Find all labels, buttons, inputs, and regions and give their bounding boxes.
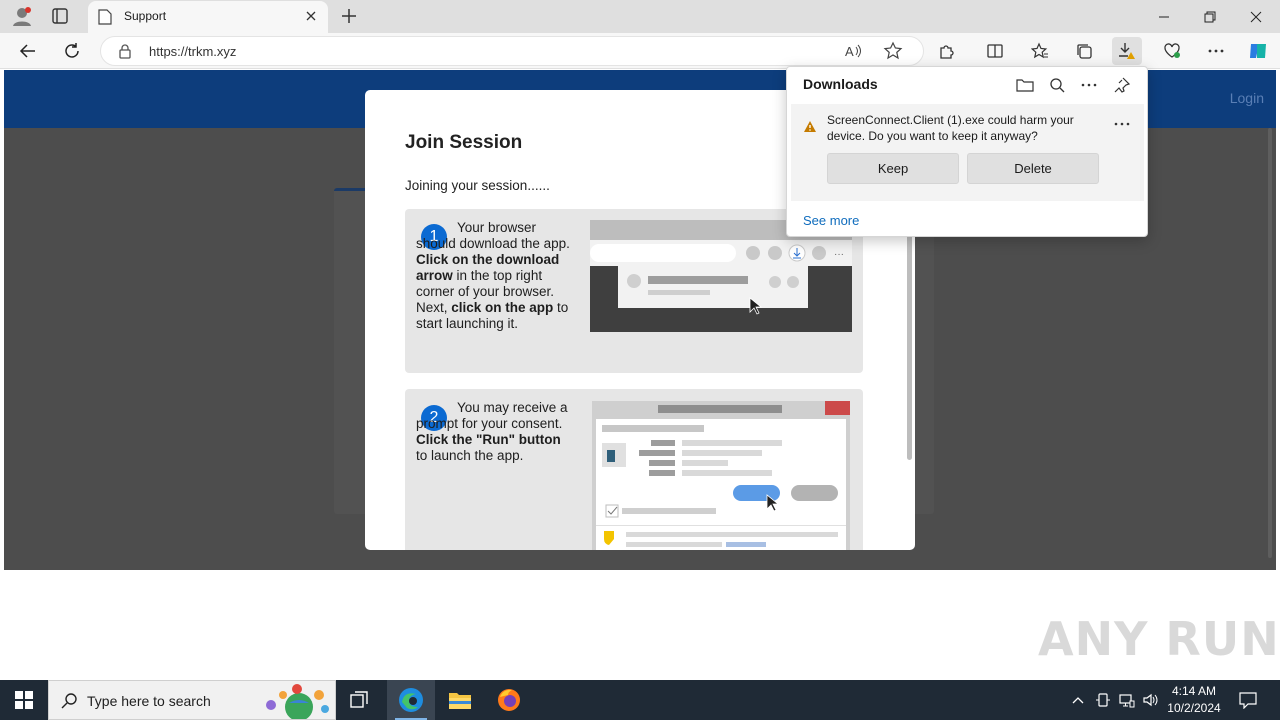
new-tab-icon[interactable] xyxy=(338,5,360,27)
profile-icon[interactable] xyxy=(11,5,33,27)
download-warning-message: ScreenConnect.Client (1).exe could harm … xyxy=(827,113,1074,143)
edge-taskbar-button[interactable] xyxy=(387,680,435,720)
network-button[interactable] xyxy=(1116,680,1138,720)
minimize-icon xyxy=(1159,16,1169,17)
more-horizontal-icon xyxy=(1081,83,1097,87)
browser-toolbar: https://trkm.xyz A xyxy=(0,33,1280,69)
tab-title: Support xyxy=(124,9,167,23)
login-link[interactable]: Login xyxy=(1230,90,1264,106)
firefox-icon xyxy=(498,689,520,711)
favorite-star-icon[interactable] xyxy=(883,41,903,61)
back-arrow-icon xyxy=(19,44,35,58)
device-icon xyxy=(1096,693,1110,707)
tab-actions-icon[interactable] xyxy=(50,6,70,26)
start-button[interactable] xyxy=(0,680,48,720)
downloads-more-button[interactable] xyxy=(1079,75,1099,95)
warning-icon xyxy=(804,121,816,132)
read-aloud-icon[interactable]: A xyxy=(843,41,863,61)
puzzle-icon xyxy=(940,45,954,59)
keep-button[interactable]: Keep xyxy=(827,153,959,184)
step-1-text: Your browser should download the app. Cl… xyxy=(416,220,570,331)
extensions-button[interactable] xyxy=(932,37,962,65)
collections-button[interactable] xyxy=(1069,37,1099,65)
split-screen-icon xyxy=(987,44,1003,58)
task-view-icon xyxy=(350,691,368,708)
item-more-icon[interactable] xyxy=(1114,116,1130,132)
edge-icon xyxy=(399,688,423,712)
restore-button[interactable] xyxy=(1187,0,1233,33)
windows-icon xyxy=(15,691,33,709)
step-2-card: 2 You may receive a prompt for your cons… xyxy=(405,389,863,550)
folder-icon xyxy=(1016,79,1034,92)
search-placeholder[interactable]: Type here to search xyxy=(87,693,211,709)
see-more-link[interactable]: See more xyxy=(803,213,859,228)
copilot-button[interactable] xyxy=(1243,37,1273,65)
clock-date: 10/2/2024 xyxy=(1167,701,1221,715)
page-icon xyxy=(98,9,112,25)
restore-icon xyxy=(1204,11,1216,22)
clock-time: 4:14 AM xyxy=(1171,684,1217,698)
downloads-title: Downloads xyxy=(803,76,878,92)
volume-icon xyxy=(1143,693,1158,707)
refresh-button[interactable] xyxy=(57,37,87,65)
search-icon xyxy=(1050,78,1065,93)
heart-pulse-icon xyxy=(1164,43,1180,58)
network-icon xyxy=(1119,694,1135,708)
task-view-button[interactable] xyxy=(336,680,384,720)
lock-icon[interactable] xyxy=(117,43,133,59)
modal-scrollbar[interactable] xyxy=(907,230,912,460)
anyrun-watermark: ANY RUN xyxy=(1038,612,1280,666)
collections-icon xyxy=(1077,44,1092,59)
address-bar[interactable]: https://trkm.xyz A xyxy=(100,36,924,66)
taskbar: Type here to search 4:14 AM 10/2/2024 xyxy=(0,680,1280,720)
search-highlight-icon xyxy=(266,684,329,719)
notifications-button[interactable] xyxy=(1234,680,1262,720)
delete-button[interactable]: Delete xyxy=(967,153,1099,184)
chevron-up-icon xyxy=(1072,697,1084,704)
downloads-button[interactable] xyxy=(1112,37,1142,65)
volume-button[interactable] xyxy=(1140,680,1162,720)
clock[interactable]: 4:14 AM 10/2/2024 xyxy=(1160,683,1228,717)
svg-text:A: A xyxy=(845,44,854,59)
tab-strip: Support xyxy=(0,0,1280,33)
taskbar-search[interactable]: Type here to search xyxy=(48,680,336,720)
refresh-icon xyxy=(65,43,79,58)
notification-icon xyxy=(1239,692,1257,709)
close-icon xyxy=(1250,11,1262,22)
close-window-button[interactable] xyxy=(1233,0,1279,33)
pin-button[interactable] xyxy=(1112,75,1132,95)
tray-device-button[interactable] xyxy=(1092,680,1114,720)
copilot-icon xyxy=(1250,44,1266,58)
tray-overflow-button[interactable] xyxy=(1068,680,1088,720)
search-icon xyxy=(61,693,77,709)
search-downloads-button[interactable] xyxy=(1047,75,1067,95)
split-screen-button[interactable] xyxy=(980,37,1010,65)
url-text[interactable]: https://trkm.xyz xyxy=(149,44,236,59)
modal-subtitle: Joining your session...... xyxy=(405,178,550,193)
browser-essentials-button[interactable] xyxy=(1157,37,1187,65)
favorites-icon xyxy=(1031,42,1048,59)
downloads-flyout: Downloads ScreenConnect.Client (1).exe c… xyxy=(786,66,1148,237)
step-2-text: You may receive a prompt for your consen… xyxy=(416,400,568,463)
open-folder-button[interactable] xyxy=(1015,75,1035,95)
minimize-button[interactable] xyxy=(1141,0,1187,33)
tab-support[interactable]: Support xyxy=(88,1,328,33)
back-button[interactable] xyxy=(13,37,43,65)
download-warning-icon xyxy=(1119,43,1135,59)
page-scrollbar[interactable] xyxy=(1268,128,1272,558)
modal-title: Join Session xyxy=(405,132,523,153)
file-explorer-button[interactable] xyxy=(436,680,484,720)
firefox-button[interactable] xyxy=(485,680,533,720)
download-item: ScreenConnect.Client (1).exe could harm … xyxy=(791,104,1144,201)
favorites-button[interactable] xyxy=(1025,37,1055,65)
more-horizontal-icon xyxy=(1208,49,1224,53)
run-prompt-illustration xyxy=(592,401,850,550)
pin-icon xyxy=(1114,77,1130,93)
settings-more-button[interactable] xyxy=(1201,37,1231,65)
close-tab-icon[interactable] xyxy=(304,9,318,23)
folder-icon xyxy=(449,693,471,709)
svg-text:···: ··· xyxy=(834,249,844,260)
